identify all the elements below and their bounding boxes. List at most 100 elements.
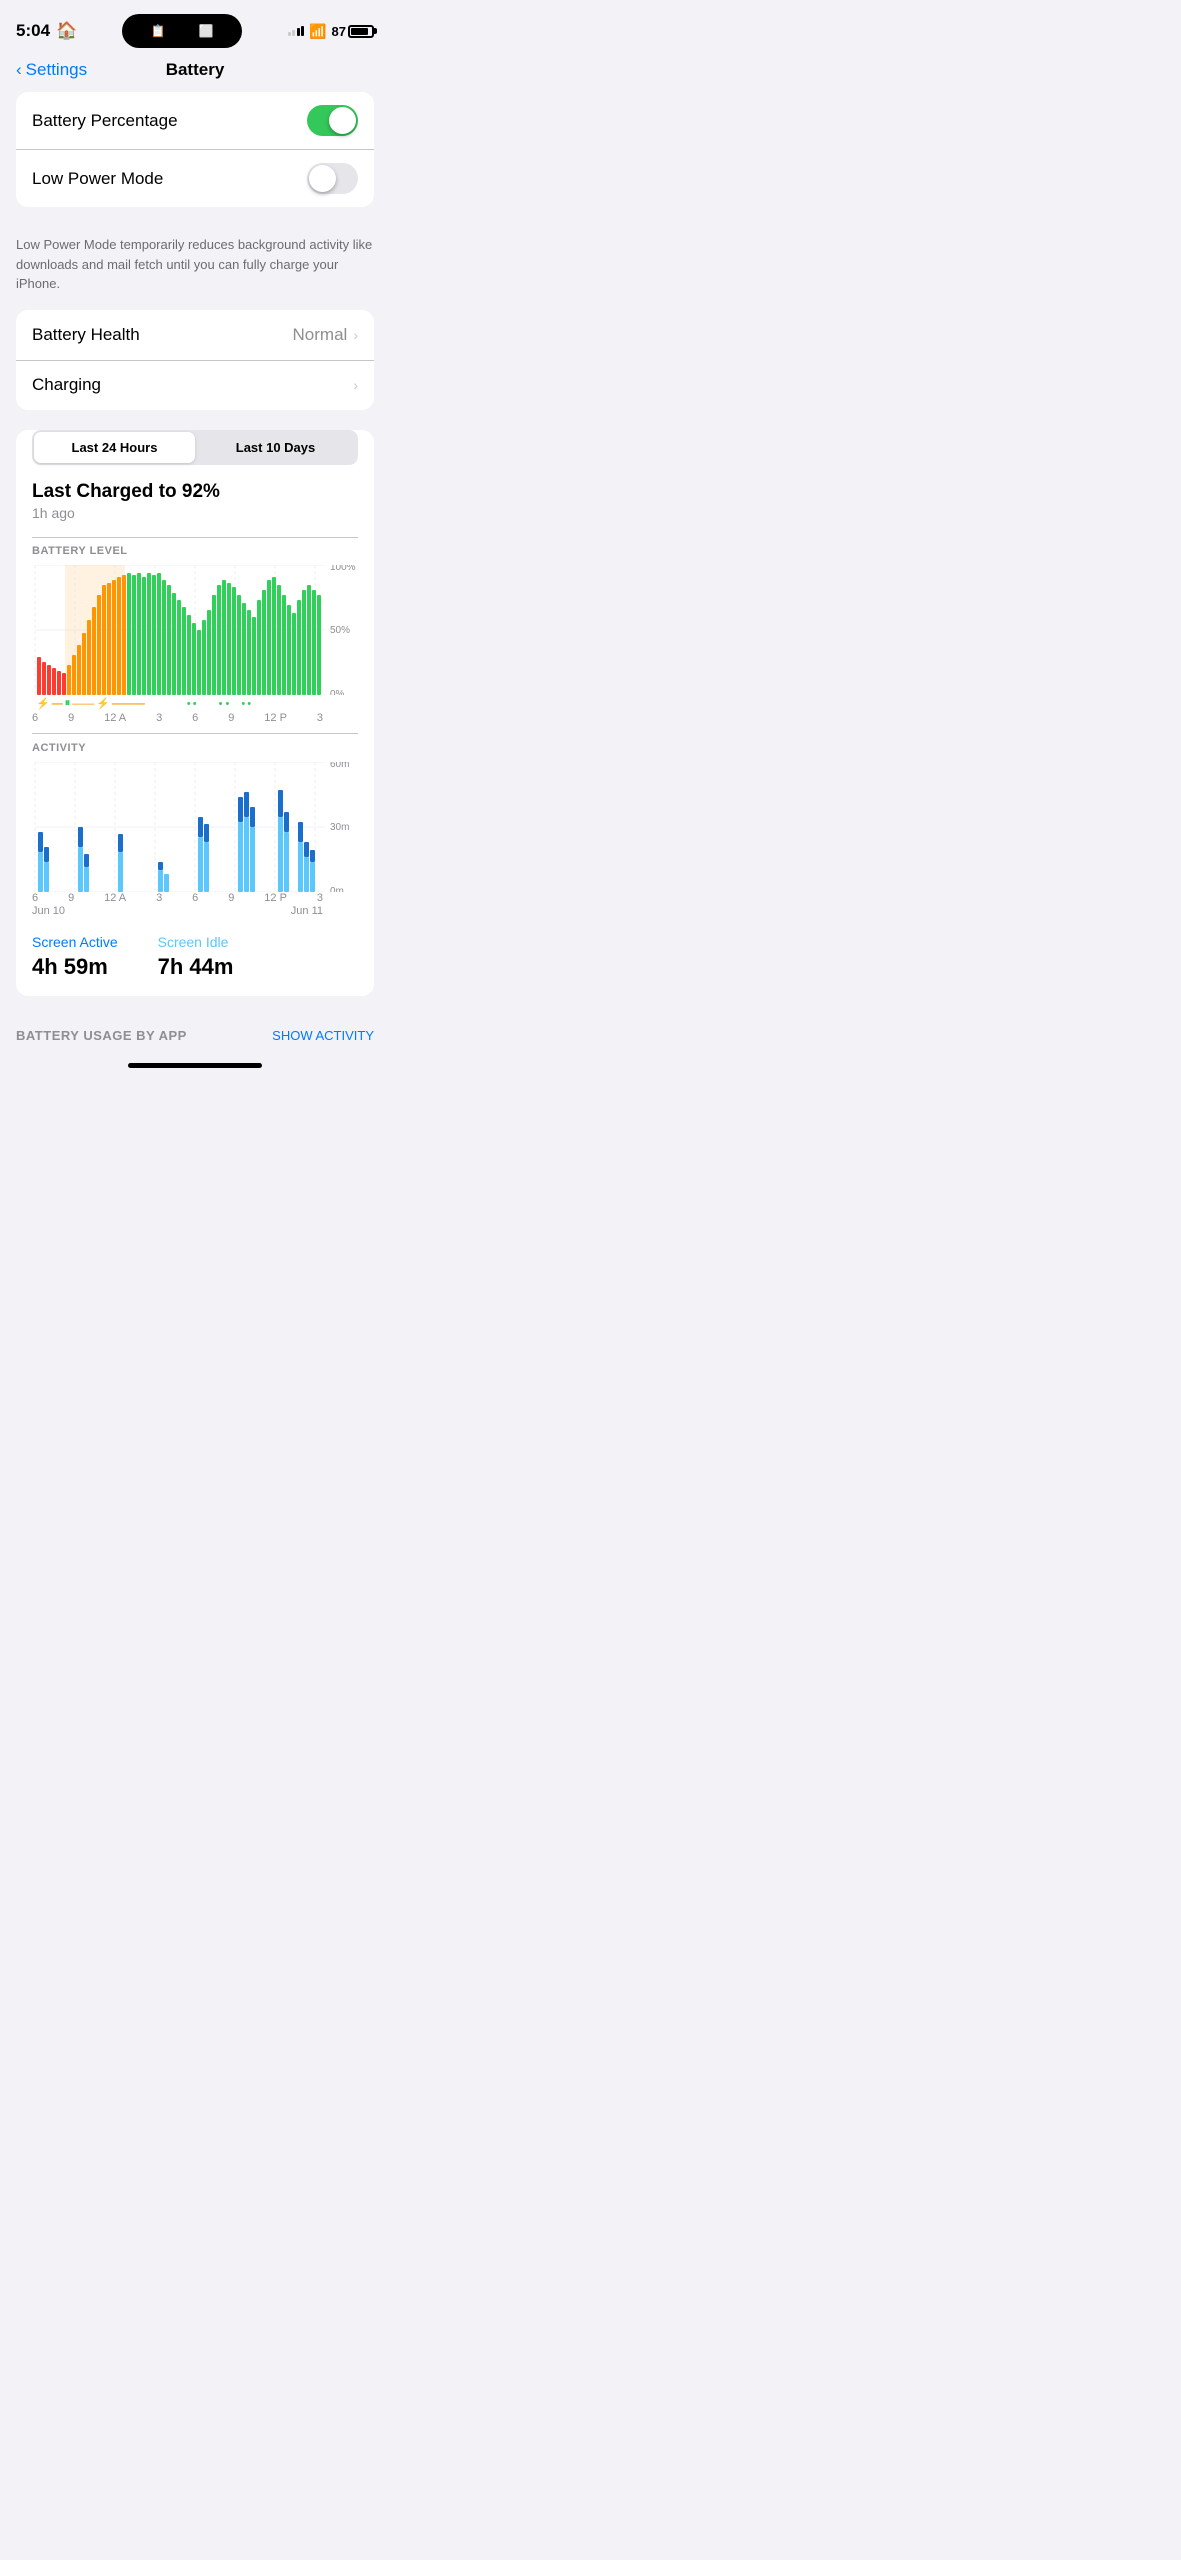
status-right: 📶 87 (288, 23, 374, 40)
charging-dash-3: ——— (112, 698, 145, 710)
svg-text:60m: 60m (330, 762, 349, 770)
date-jun10: Jun 10 (32, 905, 65, 917)
signal-bars (288, 26, 305, 36)
act-x-9p: 9 (228, 892, 234, 904)
low-power-description-text: Low Power Mode temporarily reduces backg… (16, 237, 372, 291)
battery-percentage-label: Battery Percentage (32, 111, 178, 131)
battery-fill (351, 28, 368, 35)
svg-text:0%: 0% (330, 689, 345, 695)
toggle-settings-card: Battery Percentage Low Power Mode (16, 92, 374, 207)
battery-body (348, 25, 374, 38)
charging-row[interactable]: Charging › (16, 360, 374, 410)
battery-percent-label: 87 (332, 24, 346, 39)
battery-x-labels: 6 9 12 A 3 6 9 12 P 3 (32, 712, 323, 724)
act-x-6p: 6 (192, 892, 198, 904)
page-title: Battery (166, 60, 225, 80)
screen-idle-value: 7h 44m (158, 954, 234, 980)
screen-active-label: Screen Active (32, 934, 118, 950)
battery-chart-wrapper: 100% 50% 0% ⚡ — ⏸ —— ⚡ ——— • • • • • • 6 (32, 565, 358, 725)
x-label-3: 3 (317, 712, 323, 724)
low-power-mode-row: Low Power Mode (16, 149, 374, 207)
charging-dot-3: • • (219, 698, 230, 710)
act-x-12a: 12 A (104, 892, 126, 904)
status-time: 5:04 🏠 (16, 21, 77, 41)
act-x-6: 6 (32, 892, 38, 904)
chevron-right-icon-charging: › (353, 377, 358, 393)
activity-date-labels: Jun 10 Jun 11 (32, 905, 323, 917)
x-label-9pm: 9 (228, 712, 234, 724)
home-indicator-bar (128, 1063, 262, 1068)
time-selector: Last 24 Hours Last 10 Days (32, 430, 358, 465)
charging-bolt-1: ⚡ (36, 697, 50, 710)
svg-text:30m: 30m (330, 822, 349, 833)
chevron-right-icon: › (353, 327, 358, 343)
chevron-left-icon: ‹ (16, 60, 22, 80)
x-label-6am: 6 (32, 712, 38, 724)
svg-text:100%: 100% (330, 565, 356, 573)
battery-health-value: Normal › (293, 325, 358, 345)
charging-icons-row: ⚡ — ⏸ —— ⚡ ——— • • • • • • (32, 695, 358, 712)
last-charged-title: Last Charged to 92% (32, 481, 358, 503)
low-power-mode-toggle[interactable] (307, 163, 358, 194)
x-label-3pm: 3 (156, 712, 162, 724)
svg-text:0m: 0m (330, 886, 344, 892)
charging-dot-1: • (187, 698, 191, 710)
charging-dash-2: —— (72, 698, 94, 710)
chart-card: Last 24 Hours Last 10 Days Last Charged … (16, 430, 374, 996)
act-x-3p: 3 (317, 892, 323, 904)
activity-chart-wrapper: 60m 30m 0m 6 9 12 A 3 6 9 12 P 3 Jun 10 (32, 762, 358, 922)
toggle-thumb-lpm (309, 165, 336, 192)
screen-active-value: 4h 59m (32, 954, 118, 980)
battery-health-row[interactable]: Battery Health Normal › (16, 310, 374, 360)
screen-idle-item: Screen Idle 7h 44m (158, 934, 234, 980)
x-label-12am: 12 A (104, 712, 126, 724)
charging-dot-4: • (241, 698, 245, 710)
dynamic-island: 📋 ⬜ (122, 14, 242, 48)
activity-x-labels: 6 9 12 A 3 6 9 12 P 3 Jun 10 Jun 11 (32, 892, 323, 917)
home-indicator-area (0, 1043, 390, 1078)
screen-time-row: Screen Active 4h 59m Screen Idle 7h 44m (16, 922, 374, 980)
svg-text:50%: 50% (330, 625, 350, 636)
back-button[interactable]: ‹ Settings (16, 60, 87, 80)
screen-active-item: Screen Active 4h 59m (32, 934, 118, 980)
charging-bolt-2: ⚡ (96, 697, 110, 710)
act-x-12p: 12 P (264, 892, 287, 904)
x-label-9am: 9 (68, 712, 74, 724)
di-right-icon: ⬜ (199, 24, 214, 38)
divider-2 (32, 733, 358, 734)
act-x-3a: 3 (156, 892, 162, 904)
battery-percentage-toggle[interactable] (307, 105, 358, 136)
signal-bar-2 (292, 30, 295, 36)
battery-usage-label: BATTERY USAGE BY APP (16, 1028, 187, 1043)
activity-section: ACTIVITY (16, 742, 374, 922)
nav-bar: ‹ Settings Battery (0, 56, 390, 92)
battery-health-card: Battery Health Normal › Charging › (16, 310, 374, 410)
status-bar: 5:04 🏠 📋 ⬜ 📶 87 (0, 0, 390, 56)
battery-status-bar: 87 (332, 24, 374, 39)
toggle-thumb (329, 107, 356, 134)
activity-chart: 60m 30m 0m (32, 762, 358, 892)
low-power-mode-label: Low Power Mode (32, 169, 163, 189)
battery-level-chart: 100% 50% 0% (32, 565, 358, 695)
last-charged-subtitle: 1h ago (32, 505, 358, 521)
charging-value: › (353, 377, 358, 393)
last-24-hours-button[interactable]: Last 24 Hours (34, 432, 195, 463)
footer-row: BATTERY USAGE BY APP SHOW ACTIVITY (0, 1016, 390, 1043)
date-jun11: Jun 11 (291, 905, 323, 917)
di-left-icon: 📋 (151, 24, 166, 38)
charging-dot-2: • (193, 698, 197, 710)
battery-health-status: Normal (293, 325, 348, 345)
charging-dot-5: • (247, 698, 251, 710)
battery-level-section: BATTERY LEVEL (16, 545, 374, 725)
time-option-2-label: Last 10 Days (236, 440, 316, 455)
x-label-6pm: 6 (192, 712, 198, 724)
divider-1 (32, 537, 358, 538)
home-icon: 🏠 (56, 21, 77, 41)
last-10-days-button[interactable]: Last 10 Days (195, 432, 356, 463)
charging-dash-1: — (52, 698, 63, 710)
charging-pause-1: ⏸ (65, 697, 71, 710)
act-x-9: 9 (68, 892, 74, 904)
screen-idle-label: Screen Idle (158, 934, 234, 950)
activity-x-time-labels: 6 9 12 A 3 6 9 12 P 3 (32, 892, 323, 904)
show-activity-link[interactable]: SHOW ACTIVITY (272, 1028, 374, 1043)
